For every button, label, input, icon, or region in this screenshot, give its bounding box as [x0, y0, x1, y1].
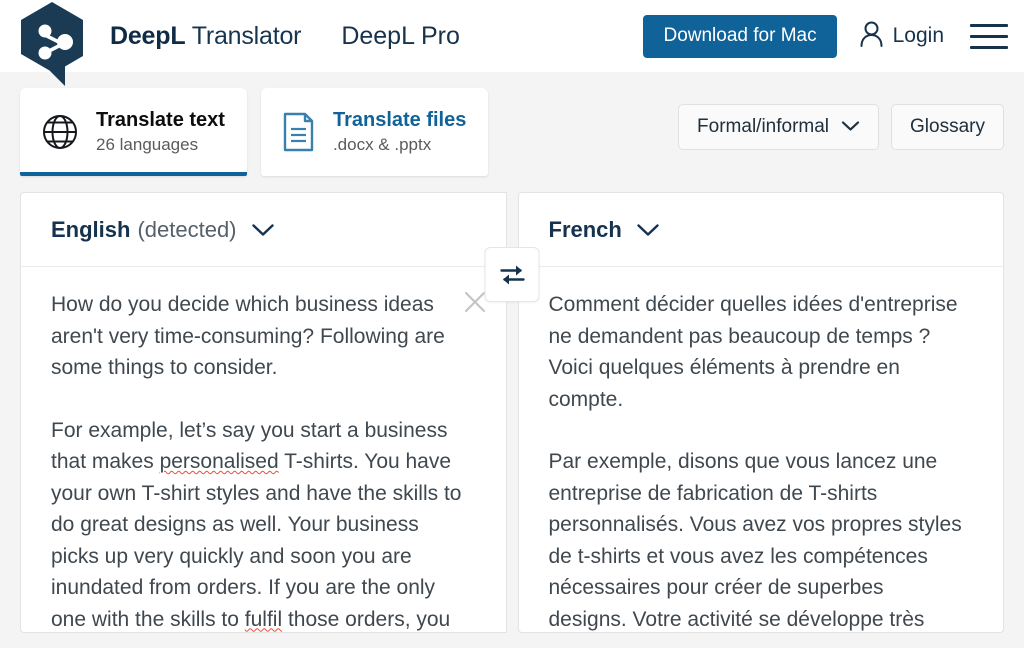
hamburger-bar [970, 34, 1008, 38]
tab-subtitle: 26 languages [96, 135, 199, 154]
tab-text-block: Translate text 26 languages [96, 109, 225, 155]
target-language-selector[interactable]: French [518, 193, 1003, 267]
source-textarea[interactable]: How do you decide which business ideas a… [21, 267, 506, 632]
target-paragraph: Par exemple, disons que vous lancez une … [548, 450, 962, 631]
tab-title: Translate text [96, 109, 225, 131]
target-language-name: French [548, 216, 622, 242]
tab-subtitle: .docx & .pptx [332, 135, 432, 154]
swap-languages-button[interactable] [484, 247, 540, 302]
hamburger-bar [970, 23, 1008, 27]
deepl-logo-icon[interactable] [16, 0, 88, 88]
misspelled-word: personalised [159, 450, 279, 473]
document-icon [281, 111, 317, 153]
formal-informal-button[interactable]: Formal/informal [678, 104, 880, 150]
tool-buttons: Formal/informal Glossary [678, 104, 1004, 150]
glossary-button[interactable]: Glossary [891, 104, 1004, 150]
hamburger-menu-icon[interactable] [970, 23, 1008, 49]
mode-tabs: Translate text 26 languages Translate fi… [20, 88, 489, 176]
mode-tabbar: Translate text 26 languages Translate fi… [0, 72, 1024, 192]
target-panel: French Comment décider quelles idées d'e… [517, 192, 1004, 633]
misspelled-word: fulfil [244, 607, 283, 631]
tab-translate-files[interactable]: Translate files .docx & .pptx [260, 88, 489, 176]
chevron-down-icon [636, 223, 660, 237]
download-for-mac-button[interactable]: Download for Mac [643, 14, 837, 58]
source-language-name: English [51, 216, 131, 242]
source-language-selector[interactable]: English (detected) [21, 193, 506, 267]
hamburger-bar [970, 45, 1008, 49]
user-icon [859, 20, 884, 53]
chevron-down-icon [251, 223, 275, 237]
paragraph-spacer [549, 415, 968, 446]
tab-translate-text[interactable]: Translate text 26 languages [20, 88, 247, 176]
brand-product: Translator [191, 21, 302, 50]
paragraph-spacer [51, 384, 470, 415]
target-textarea[interactable]: Comment décider quelles idées d'entrepri… [519, 267, 1004, 632]
glossary-label: Glossary [910, 116, 985, 137]
source-panel: English (detected) How do you decide whi… [20, 192, 507, 633]
login-label: Login [892, 24, 944, 47]
translator-area: English (detected) How do you decide whi… [20, 192, 1004, 633]
nav-deepl-pro[interactable]: DeepL Pro [341, 22, 460, 51]
header-actions: Download for Mac Login [643, 14, 1008, 58]
brand-name: DeepL [110, 21, 186, 50]
chevron-down-icon [841, 116, 860, 138]
target-paragraph: Comment décider quelles idées d'entrepri… [548, 293, 958, 411]
brand-title[interactable]: DeepL Translator [110, 21, 302, 51]
tab-title: Translate files [332, 109, 467, 131]
app-header: DeepL Translator DeepL Pro Download for … [0, 0, 1024, 86]
source-language-detected: (detected) [137, 216, 237, 242]
globe-icon [40, 112, 80, 152]
source-paragraph: How do you decide which business ideas a… [51, 293, 445, 379]
login-button[interactable]: Login [859, 20, 944, 53]
source-paragraph: For example, let’s say you start a busin… [51, 418, 462, 631]
tab-text-block: Translate files .docx & .pptx [333, 109, 466, 155]
formal-informal-label: Formal/informal [697, 116, 830, 137]
